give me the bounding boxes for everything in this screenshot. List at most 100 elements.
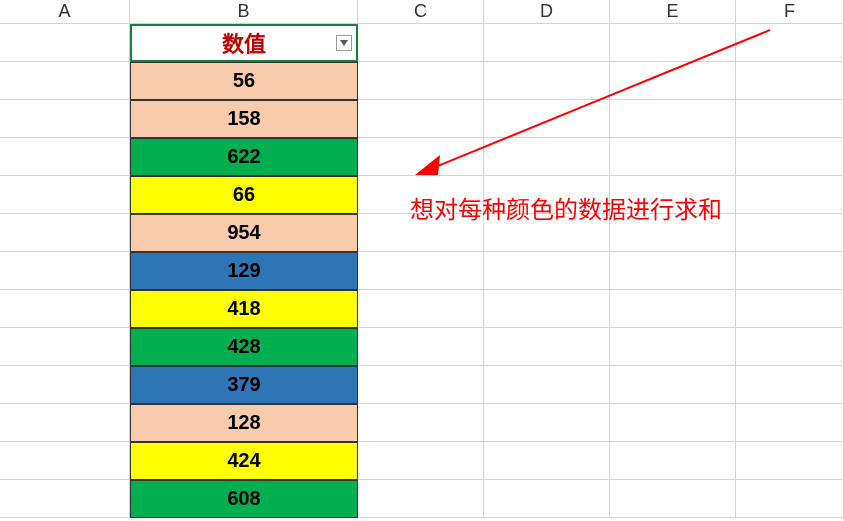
cell[interactable] — [0, 404, 130, 442]
data-cell[interactable]: 418 — [130, 290, 358, 328]
data-cell[interactable]: 129 — [130, 252, 358, 290]
cell[interactable] — [0, 100, 130, 138]
table-row: 608 — [0, 480, 844, 518]
cell[interactable] — [0, 328, 130, 366]
cell[interactable] — [484, 214, 610, 252]
cell[interactable] — [0, 138, 130, 176]
cell[interactable] — [358, 24, 484, 62]
data-cell[interactable]: 428 — [130, 328, 358, 366]
cell[interactable] — [610, 404, 736, 442]
col-header-a[interactable]: A — [0, 0, 130, 23]
cell[interactable] — [736, 100, 844, 138]
cell[interactable] — [0, 214, 130, 252]
table-header-cell[interactable]: 数值 — [130, 24, 358, 62]
data-cell[interactable]: 424 — [130, 442, 358, 480]
data-cell[interactable]: 954 — [130, 214, 358, 252]
cell[interactable] — [0, 366, 130, 404]
cell[interactable] — [358, 328, 484, 366]
cell[interactable] — [0, 252, 130, 290]
cell[interactable] — [610, 366, 736, 404]
data-cell[interactable]: 622 — [130, 138, 358, 176]
cell[interactable] — [736, 214, 844, 252]
cell[interactable] — [610, 290, 736, 328]
cell[interactable] — [358, 214, 484, 252]
cell[interactable] — [736, 252, 844, 290]
filter-dropdown-button[interactable] — [336, 35, 352, 51]
cell[interactable] — [610, 100, 736, 138]
cell[interactable] — [358, 404, 484, 442]
cell[interactable] — [358, 366, 484, 404]
cell[interactable] — [358, 100, 484, 138]
cell[interactable] — [484, 252, 610, 290]
cell[interactable] — [484, 138, 610, 176]
data-cell[interactable]: 158 — [130, 100, 358, 138]
col-header-e[interactable]: E — [610, 0, 736, 23]
table-row: 954 — [0, 214, 844, 252]
cell[interactable] — [610, 480, 736, 518]
cell[interactable] — [484, 290, 610, 328]
cell[interactable] — [358, 176, 484, 214]
cell[interactable] — [610, 328, 736, 366]
cell[interactable] — [736, 328, 844, 366]
cell-value: 129 — [227, 260, 260, 283]
cell[interactable] — [610, 214, 736, 252]
cell-value: 622 — [227, 146, 260, 169]
cell[interactable] — [736, 62, 844, 100]
cell[interactable] — [484, 100, 610, 138]
cell[interactable] — [358, 62, 484, 100]
data-cell[interactable]: 379 — [130, 366, 358, 404]
table-row: 622 — [0, 138, 844, 176]
column-header-row: A B C D E F — [0, 0, 844, 24]
data-cell[interactable]: 56 — [130, 62, 358, 100]
table-row: 424 — [0, 442, 844, 480]
cell[interactable] — [610, 24, 736, 62]
cell[interactable] — [358, 480, 484, 518]
cell[interactable] — [0, 176, 130, 214]
cell[interactable] — [0, 24, 130, 62]
col-header-f[interactable]: F — [736, 0, 844, 23]
cell[interactable] — [0, 442, 130, 480]
cell[interactable] — [484, 366, 610, 404]
header-label: 数值 — [222, 27, 266, 59]
cell[interactable] — [484, 176, 610, 214]
cell[interactable] — [484, 442, 610, 480]
data-cell[interactable]: 66 — [130, 176, 358, 214]
cell[interactable] — [736, 176, 844, 214]
cell[interactable] — [610, 176, 736, 214]
table-row: 158 — [0, 100, 844, 138]
cell[interactable] — [484, 328, 610, 366]
cell[interactable] — [610, 442, 736, 480]
col-header-c[interactable]: C — [358, 0, 484, 23]
cell[interactable] — [736, 24, 844, 62]
col-header-b[interactable]: B — [130, 0, 358, 23]
cell[interactable] — [484, 404, 610, 442]
cell[interactable] — [358, 138, 484, 176]
cell[interactable] — [736, 480, 844, 518]
cell[interactable] — [736, 366, 844, 404]
cell-value: 424 — [227, 450, 260, 473]
cell[interactable] — [484, 62, 610, 100]
cell[interactable] — [0, 290, 130, 328]
cell[interactable] — [484, 480, 610, 518]
cell[interactable] — [484, 24, 610, 62]
cell[interactable] — [736, 404, 844, 442]
cell-value: 954 — [227, 222, 260, 245]
cell[interactable] — [358, 252, 484, 290]
cell[interactable] — [610, 138, 736, 176]
data-cell[interactable]: 128 — [130, 404, 358, 442]
cell-value: 379 — [227, 374, 260, 397]
cell[interactable] — [0, 480, 130, 518]
cell[interactable] — [610, 252, 736, 290]
cell[interactable] — [0, 62, 130, 100]
col-header-d[interactable]: D — [484, 0, 610, 23]
cell[interactable] — [610, 62, 736, 100]
cell[interactable] — [736, 138, 844, 176]
cell[interactable] — [358, 442, 484, 480]
table-row: 56 — [0, 62, 844, 100]
cell[interactable] — [736, 290, 844, 328]
data-cell[interactable]: 608 — [130, 480, 358, 518]
cell-value: 608 — [227, 488, 260, 511]
cell[interactable] — [736, 442, 844, 480]
cell[interactable] — [358, 290, 484, 328]
cell-value: 428 — [227, 336, 260, 359]
